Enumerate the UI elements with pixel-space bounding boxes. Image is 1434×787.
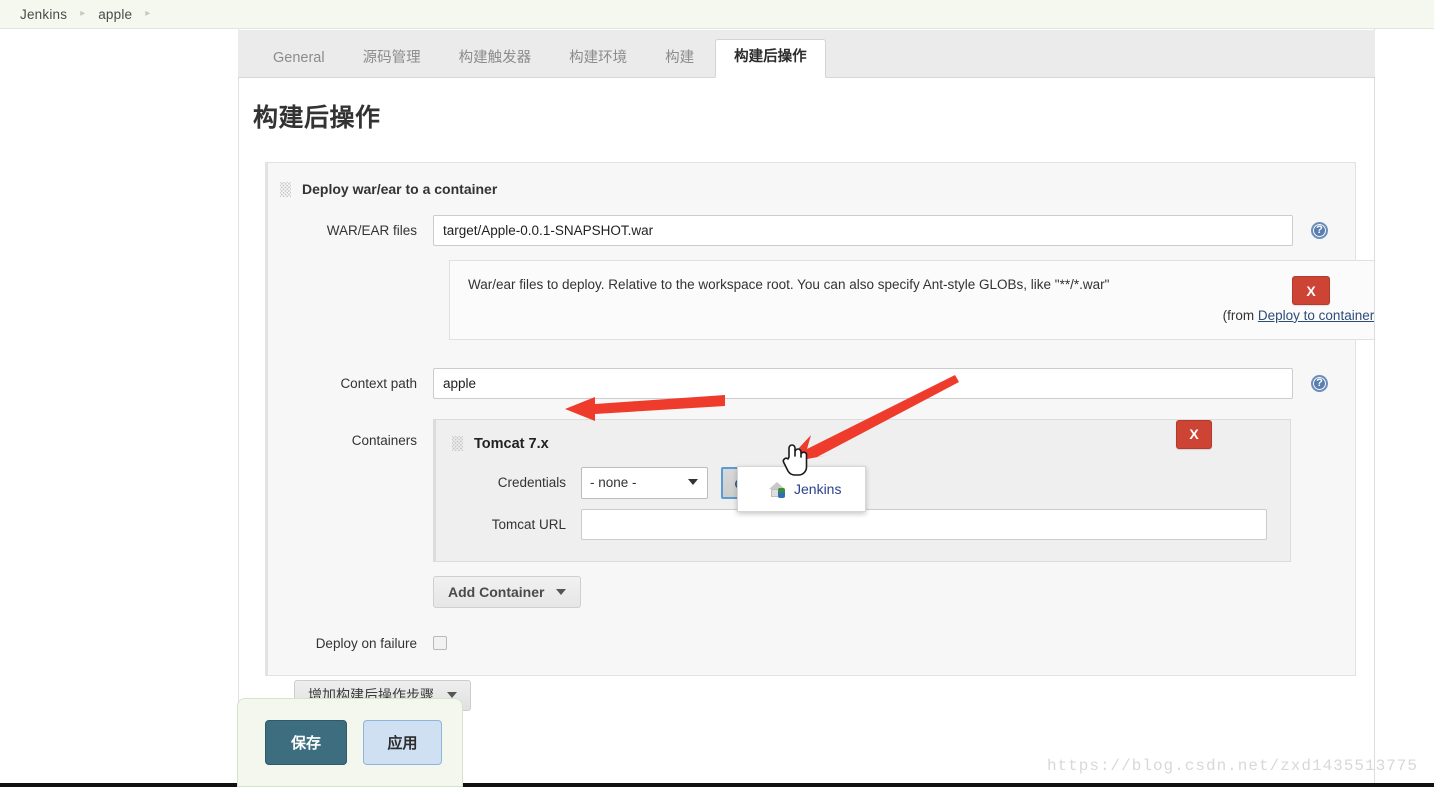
breadcrumb-item-jenkins[interactable]: Jenkins bbox=[20, 7, 67, 22]
drag-handle-icon[interactable] bbox=[280, 181, 291, 197]
credentials-label: Credentials bbox=[497, 475, 566, 491]
war-ear-help-source: (from Deploy to container Plugin) bbox=[468, 306, 1374, 327]
tab-build-triggers[interactable]: 构建触发器 bbox=[442, 42, 549, 78]
war-ear-label: WAR/EAR files bbox=[326, 223, 417, 238]
war-ear-row: WAR/EAR files ? bbox=[268, 209, 1355, 252]
tab-build-environment[interactable]: 构建环境 bbox=[552, 42, 644, 78]
container-drag-handle-icon[interactable] bbox=[452, 436, 463, 452]
chevron-down-icon-add-container bbox=[556, 588, 567, 595]
tab-build[interactable]: 构建 bbox=[648, 42, 711, 78]
breadcrumb-separator-icon: ▸ bbox=[80, 8, 86, 19]
form-action-bar: 保存 应用 bbox=[237, 698, 463, 787]
add-container-button[interactable]: Add Container bbox=[433, 575, 582, 608]
config-tab-bar: General 源码管理 构建触发器 构建环境 构建 构建后操作 bbox=[238, 30, 1375, 78]
page-title: 构建后操作 bbox=[253, 104, 381, 132]
tomcat-url-label: Tomcat URL bbox=[491, 516, 566, 532]
bottom-strip bbox=[0, 783, 1434, 787]
help-icon-context-path[interactable]: ? bbox=[1311, 374, 1328, 392]
deploy-war-block-header: Deploy war/ear to a container bbox=[268, 177, 1355, 209]
breadcrumb-item-apple[interactable]: apple bbox=[98, 7, 132, 22]
context-path-input[interactable] bbox=[433, 367, 1293, 399]
deploy-war-block: X Deploy war/ear to a container WAR/EAR … bbox=[265, 162, 1374, 711]
save-button[interactable]: 保存 bbox=[265, 720, 347, 765]
containers-label: Containers bbox=[351, 432, 417, 448]
apply-button[interactable]: 应用 bbox=[363, 720, 442, 765]
context-path-label: Context path bbox=[340, 375, 417, 391]
app-root: Jenkins ▸ apple ▸ General 源码管理 构建触发器 构建环… bbox=[0, 0, 1434, 787]
tomcat-url-input[interactable] bbox=[581, 508, 1267, 540]
help-icon-war-ear[interactable]: ? bbox=[1311, 222, 1328, 239]
deploy-to-container-plugin-link[interactable]: Deploy to container Plugin bbox=[1258, 308, 1374, 323]
tab-source-management[interactable]: 源码管理 bbox=[346, 42, 438, 78]
tab-general[interactable]: General bbox=[256, 42, 342, 78]
help-from-prefix: (from bbox=[1222, 307, 1258, 323]
war-ear-help-text: War/ear files to deploy. Relative to the… bbox=[468, 277, 1110, 292]
deploy-on-failure-row: Deploy on failure bbox=[268, 630, 1355, 657]
jenkins-house-icon bbox=[768, 481, 787, 498]
remove-post-build-step-button[interactable]: X bbox=[1292, 276, 1330, 305]
container-header: Tomcat 7.x bbox=[436, 430, 1290, 462]
containers-row: Containers X Tomcat 7.x Credentials - no… bbox=[268, 418, 1355, 608]
post-build-panel: 构建后操作 X Deploy war/ear to a container WA… bbox=[239, 78, 1374, 787]
add-credentials-dropdown-menu[interactable]: Jenkins bbox=[737, 466, 866, 512]
add-container-label: Add Container bbox=[448, 583, 545, 600]
deploy-war-block-title: Deploy war/ear to a container bbox=[302, 181, 498, 197]
breadcrumb: Jenkins ▸ apple ▸ bbox=[0, 0, 1434, 29]
credentials-select-wrap: - none - bbox=[581, 466, 708, 499]
watermark: https://blog.csdn.net/zxd1435513775 bbox=[1046, 757, 1418, 775]
war-ear-input[interactable] bbox=[433, 215, 1293, 246]
breadcrumb-separator-icon-2: ▸ bbox=[145, 8, 151, 19]
containers-body: X Tomcat 7.x Credentials - none - Tomcat… bbox=[433, 418, 1355, 608]
deploy-on-failure-label: Deploy on failure bbox=[315, 635, 417, 651]
menu-item-jenkins[interactable]: Jenkins bbox=[768, 481, 841, 498]
context-path-row: Context path ? bbox=[268, 362, 1355, 405]
container-title-text: Tomcat 7.x bbox=[474, 435, 549, 452]
credentials-select[interactable]: - none - bbox=[581, 466, 708, 499]
menu-item-jenkins-label: Jenkins bbox=[794, 481, 842, 497]
war-ear-help-box: War/ear files to deploy. Relative to the… bbox=[449, 260, 1374, 340]
deploy-on-failure-checkbox[interactable] bbox=[433, 636, 447, 651]
tab-post-build-actions[interactable]: 构建后操作 bbox=[715, 38, 826, 78]
remove-container-button[interactable]: X bbox=[1176, 419, 1212, 449]
